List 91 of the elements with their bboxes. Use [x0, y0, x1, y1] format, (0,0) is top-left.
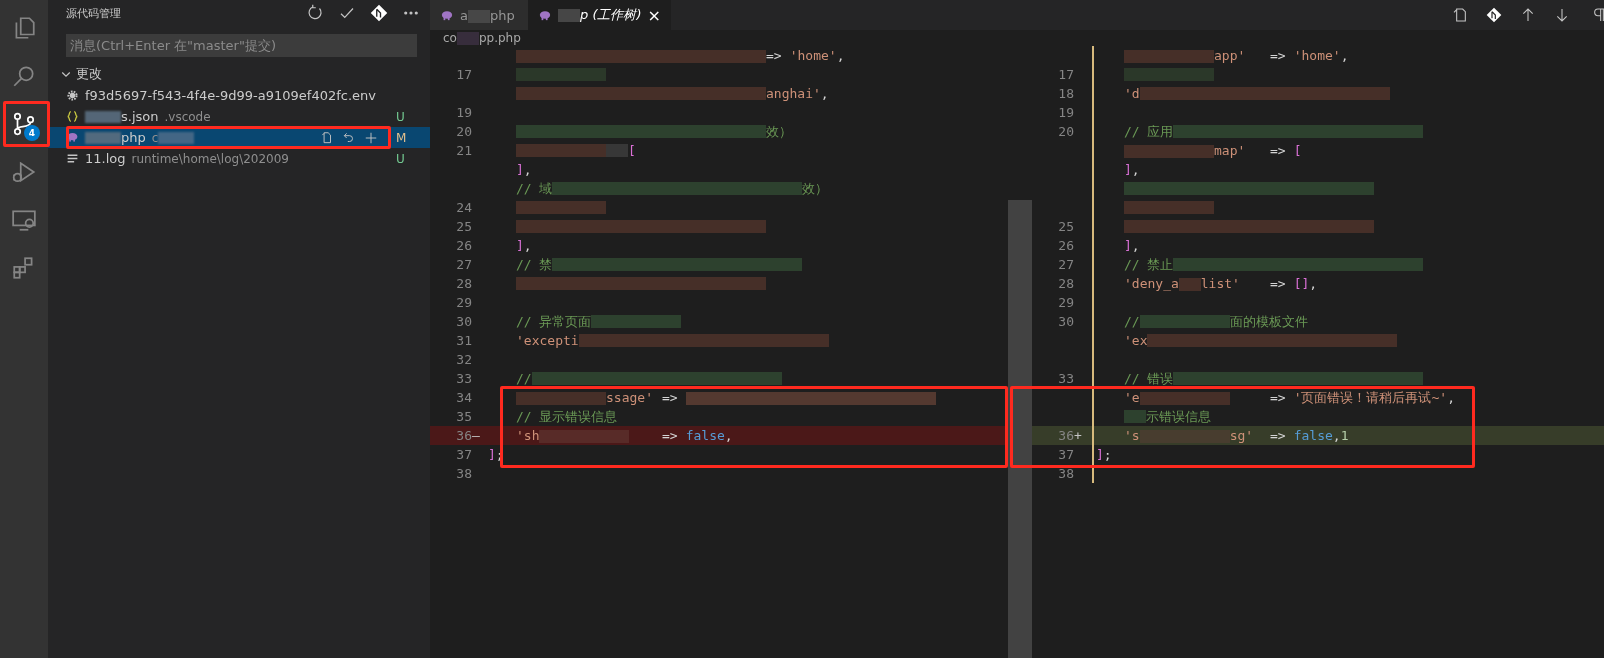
section-title[interactable]: 更改	[76, 65, 102, 83]
elephant-icon	[66, 131, 79, 144]
code-line: 'deny_a list' => [],	[1123, 276, 1318, 291]
line-number: 19	[455, 105, 472, 120]
panel-title: 源代码管理	[66, 5, 122, 21]
line-number: 26	[1057, 238, 1074, 253]
line-number: 29	[1057, 295, 1074, 310]
line-number: 20	[455, 124, 472, 139]
line-number: 28	[1057, 276, 1074, 291]
line-number: 29	[455, 295, 472, 310]
branch-icon[interactable]	[11, 111, 37, 137]
code-line: // 异常页面	[488, 312, 682, 331]
gear-icon	[66, 89, 79, 102]
line-number: 27	[455, 257, 472, 272]
breadcrumb[interactable]: co pp.php	[430, 30, 1604, 46]
line-number: 20	[1057, 124, 1074, 139]
code-line: app' => 'home',	[1096, 48, 1349, 63]
line-number: 37	[455, 447, 472, 462]
line-number: 17	[1057, 67, 1074, 82]
line-number: 36	[1057, 428, 1074, 443]
line-number: 38	[455, 466, 472, 481]
code-line: ],	[515, 162, 532, 177]
scrollbar-thumb[interactable]	[1008, 200, 1020, 658]
code-line: 'sh => false,	[515, 428, 733, 443]
open-file-icon[interactable]	[320, 130, 334, 145]
line-number: 18	[1057, 86, 1074, 101]
line-number: 33	[455, 371, 472, 386]
code-line: ],	[1123, 162, 1140, 177]
editor-tab[interactable]: p (工作树) ×	[528, 0, 671, 30]
file-name: s.json	[85, 109, 159, 124]
file-item[interactable]: 11.log runtime\home\log\202009 U	[48, 148, 430, 169]
file-path: c	[151, 130, 159, 145]
arrow-up-icon[interactable]	[1520, 7, 1536, 23]
diff-sign: —	[472, 428, 481, 443]
line-number: 27	[1057, 257, 1074, 272]
code-line: ],	[515, 238, 532, 253]
elephant-icon	[538, 9, 552, 21]
git-diamond-icon[interactable]	[1486, 7, 1502, 23]
count-badge: 4	[24, 125, 40, 141]
file-path: .vscode	[164, 109, 211, 124]
line-number: 30	[1057, 314, 1074, 329]
code-line: ssage' =>	[488, 390, 936, 405]
code-line: ];	[1096, 447, 1112, 462]
line-number: 21	[455, 143, 472, 158]
line-number: 17	[455, 67, 472, 82]
file-path: runtime\home\log\202009	[131, 151, 289, 166]
editor-tab[interactable]: a php	[430, 0, 528, 30]
line-number: 19	[1057, 105, 1074, 120]
braces-icon	[66, 110, 79, 123]
line-number: 25	[1057, 219, 1074, 234]
code-line: 's sg' => false,1	[1123, 428, 1349, 443]
status-letter: M	[396, 130, 408, 145]
file-item[interactable]: f93d5697-f543-4f4e-9d99-a9109ef402fc.env	[48, 85, 430, 106]
code-line: // 面的模板文件	[1123, 312, 1308, 331]
arrow-down-icon[interactable]	[1554, 7, 1570, 23]
diff-sign: +	[1074, 428, 1083, 443]
monitor-icon[interactable]	[11, 207, 37, 233]
line-number: 35	[455, 409, 472, 424]
line-number: 34	[455, 390, 472, 405]
code-line: 示错误信息	[1096, 407, 1211, 426]
git-diamond-icon[interactable]	[370, 4, 388, 22]
discard-icon[interactable]	[342, 130, 356, 145]
line-number: 31	[455, 333, 472, 348]
line-number: 38	[1057, 466, 1074, 481]
line-number: 28	[455, 276, 472, 291]
refresh-icon[interactable]	[306, 4, 324, 22]
line-number: 26	[455, 238, 472, 253]
code-line: 'e => '页面错误！请稍后再试~',	[1123, 388, 1455, 407]
line-number: 25	[455, 219, 472, 234]
line-number: 37	[1057, 447, 1074, 462]
file-name: php	[85, 130, 146, 145]
line-number: 30	[455, 314, 472, 329]
scrollbar-thumb[interactable]	[1020, 200, 1032, 658]
close-button[interactable]: ×	[647, 5, 661, 25]
file-name: 11.log	[85, 151, 126, 166]
line-number: 33	[1057, 371, 1074, 386]
line-number: 24	[455, 200, 472, 215]
code-line: ],	[1123, 238, 1140, 253]
file-item[interactable]: s.json .vscode U	[48, 106, 430, 127]
elephant-icon	[440, 9, 454, 21]
open-file-icon[interactable]	[1452, 7, 1468, 23]
file-name: f93d5697-f543-4f4e-9d99-a9109ef402fc.env	[85, 88, 376, 103]
line-number: 32	[455, 352, 472, 367]
status-letter: U	[396, 151, 406, 166]
code-line: // 显示错误信息	[515, 407, 618, 426]
line-number: 36	[455, 428, 472, 443]
status-letter: U	[396, 109, 406, 124]
lines-icon	[66, 152, 79, 165]
run-debug-icon[interactable]	[11, 159, 37, 185]
code-line: map' => [	[1096, 143, 1302, 158]
message-field[interactable]: 消息(Ctrl+Enter 在"master"提交)	[66, 34, 417, 57]
